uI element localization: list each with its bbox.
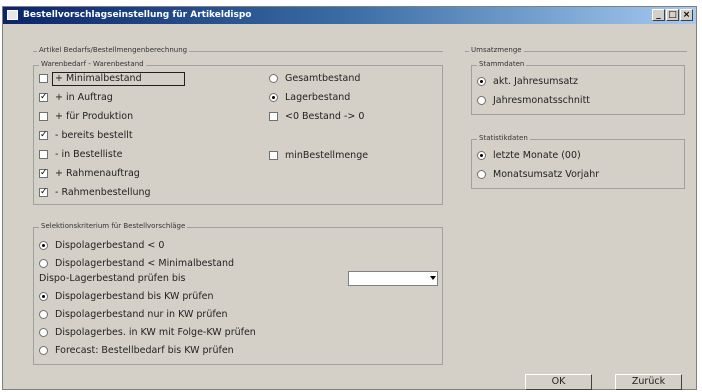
- app-icon: [7, 10, 18, 20]
- radio-label: Jahresmonatsschnitt: [493, 95, 591, 106]
- radio-label: Gesamtbestand: [285, 73, 361, 84]
- checkbox-label: - Rahmenbestellung: [55, 187, 151, 198]
- radio-label: Monatsumsatz Vorjahr: [493, 169, 600, 180]
- checkbox[interactable]: ✓: [39, 188, 48, 197]
- minimize-button[interactable]: _: [652, 9, 665, 21]
- checkbox[interactable]: ✓: [39, 131, 48, 140]
- artikel-group-title: Artikel Bedarfs/Bestellmengenberechnung: [37, 46, 190, 54]
- radio-button[interactable]: [477, 170, 486, 179]
- checkbox[interactable]: [39, 150, 48, 159]
- stammdaten-title: Stammdaten: [477, 60, 527, 68]
- radio-button[interactable]: [477, 77, 486, 86]
- selektion-title: Selektionskriterium für Bestellvorschläg…: [39, 222, 188, 230]
- radio-label: Dispolagerbestand nur in KW prüfen: [55, 309, 228, 320]
- checkbox-label: - bereits bestellt: [55, 130, 133, 141]
- checkbox-label: - in Bestelliste: [55, 149, 123, 160]
- radio-label: Dispolagerbes. in KW mit Folge-KW prüfen: [55, 327, 256, 338]
- checkbox-label: <0 Bestand -> 0: [285, 111, 365, 122]
- radio-label: Forecast: Bestellbedarf bis KW prüfen: [55, 345, 234, 356]
- umsatzmenge-title: Umsatzmenge: [469, 46, 524, 54]
- radio-button[interactable]: [39, 310, 48, 319]
- radio-button[interactable]: [269, 74, 278, 83]
- radio-button[interactable]: [477, 96, 486, 105]
- title-bar[interactable]: Bestellvorschlagseinstellung für Artikel…: [3, 7, 696, 24]
- radio-button[interactable]: [477, 151, 486, 160]
- checkbox-label: + Rahmenauftrag: [55, 168, 140, 179]
- pruefen-bis-label: Dispo-Lagerbestand prüfen bis: [39, 273, 186, 284]
- radio-button[interactable]: [39, 292, 48, 301]
- radio-button[interactable]: [269, 93, 278, 102]
- ok-button[interactable]: OK: [525, 374, 592, 390]
- checkbox-label: + in Auftrag: [55, 92, 113, 103]
- radio-label: Dispolagerbestand < Minimalbestand: [55, 258, 235, 269]
- radio-button[interactable]: [39, 346, 48, 355]
- maximize-button[interactable]: □: [666, 9, 679, 21]
- radio-label: Dispolagerbestand < 0: [55, 240, 165, 251]
- checkbox[interactable]: [269, 151, 278, 160]
- radio-button[interactable]: [39, 259, 48, 268]
- checkbox[interactable]: [39, 112, 48, 121]
- statistikdaten-panel: [471, 139, 685, 189]
- close-button[interactable]: ×: [680, 9, 693, 21]
- checkbox[interactable]: ✓: [39, 93, 48, 102]
- checkbox-label: + für Produktion: [55, 111, 134, 122]
- radio-button[interactable]: [39, 328, 48, 337]
- checkbox[interactable]: [269, 112, 278, 121]
- checkbox-label: minBestellmenge: [285, 150, 369, 161]
- radio-label: Dispolagerbestand bis KW prüfen: [55, 291, 214, 302]
- kw-dropdown[interactable]: [348, 271, 438, 286]
- dialog-window: Bestellvorschlagseinstellung für Artikel…: [2, 6, 697, 390]
- focus-rectangle: [52, 72, 185, 86]
- warenbedarf-title: Warenbedarf - Warenbestand: [39, 60, 146, 68]
- chevron-down-icon[interactable]: [430, 276, 436, 280]
- radio-label: letzte Monate (00): [493, 150, 581, 161]
- radio-label: akt. Jahresumsatz: [493, 76, 578, 87]
- statistikdaten-title: Statistikdaten: [477, 134, 530, 142]
- window-title: Bestellvorschlagseinstellung für Artikel…: [23, 10, 252, 20]
- radio-button[interactable]: [39, 241, 48, 250]
- checkbox[interactable]: [39, 74, 48, 83]
- radio-label: Lagerbestand: [285, 92, 351, 103]
- back-button[interactable]: Zurück: [615, 374, 682, 390]
- stammdaten-panel: [471, 65, 685, 115]
- checkbox[interactable]: ✓: [39, 169, 48, 178]
